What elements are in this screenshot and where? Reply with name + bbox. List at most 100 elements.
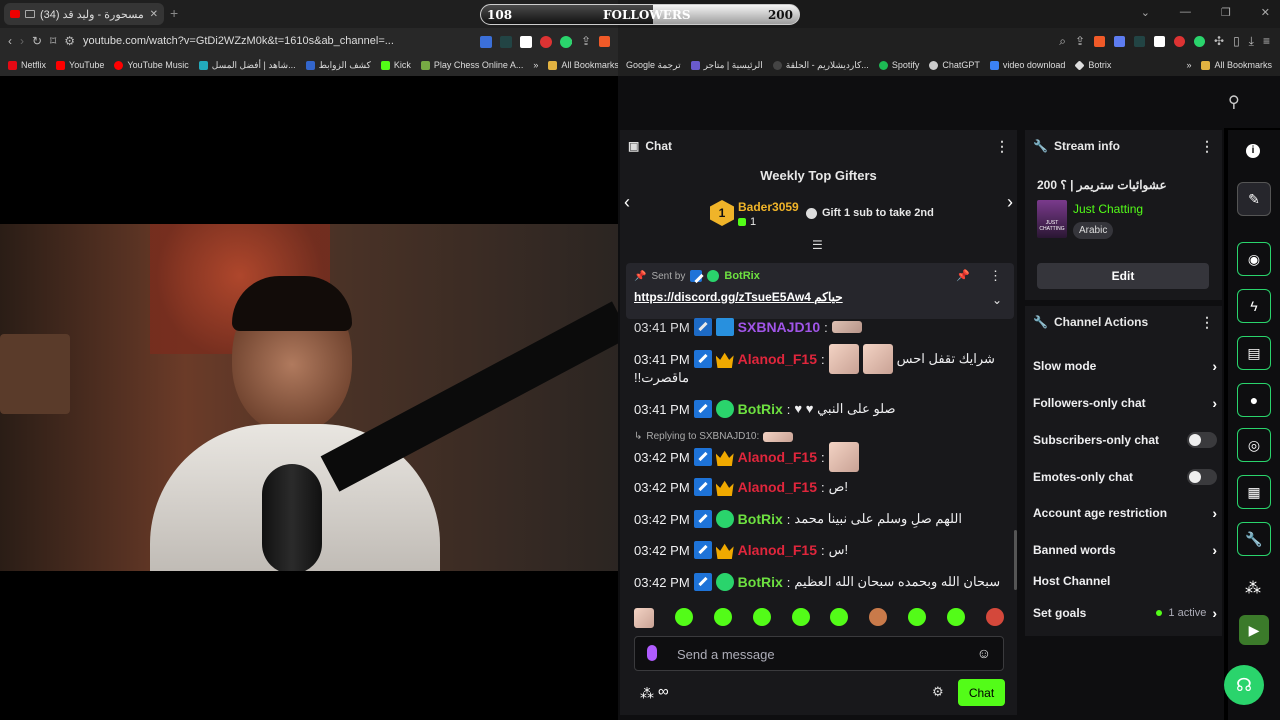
chat-message[interactable]: 03:41 PM SXBNAJD10 :: [634, 318, 862, 336]
gifters-prev-icon[interactable]: ‹: [624, 192, 630, 213]
top-gifter-name[interactable]: Bader3059: [738, 200, 799, 214]
subscribers-only-row[interactable]: Subscribers-only chat: [1033, 432, 1217, 448]
pinned-menu-icon[interactable]: ⋮: [989, 268, 1002, 284]
chat-message[interactable]: 03:42 PM Alanod_F15 : ص!: [634, 478, 848, 496]
emoji-picker-icon[interactable]: ☺: [977, 645, 991, 661]
bookmark-botrix[interactable]: Botrix: [1074, 59, 1111, 71]
chat-settings-icon[interactable]: ⚙: [932, 684, 944, 700]
emotes-only-toggle[interactable]: [1187, 469, 1217, 485]
category-thumbnail[interactable]: JUST CHATTING: [1037, 200, 1067, 238]
bookmark-netflix[interactable]: Netflix: [8, 60, 46, 70]
chat-username[interactable]: Alanod_F15: [738, 479, 817, 495]
microphone-icon[interactable]: [647, 645, 657, 661]
pinned-text[interactable]: https://discord.gg/zTsueE5Aw4 حياكم: [634, 290, 843, 304]
gift-sub-cta[interactable]: Gift 1 sub to take 2nd: [806, 207, 934, 219]
bookmark-youtube[interactable]: YouTube: [56, 60, 104, 70]
extension-blue-icon[interactable]: [1114, 35, 1125, 47]
back-icon[interactable]: ‹: [8, 35, 12, 47]
chat-bubble-button[interactable]: ●: [1237, 383, 1271, 417]
host-channel-row[interactable]: Host Channel: [1033, 574, 1217, 588]
channel-actions-menu-icon[interactable]: ⋮: [1200, 314, 1214, 331]
chat-username[interactable]: Alanod_F15: [738, 542, 817, 558]
collapse-gifters-icon[interactable]: ☰: [812, 238, 823, 252]
stream-tag[interactable]: Arabic: [1073, 222, 1114, 239]
stream-info-menu-icon[interactable]: ⋮: [1200, 138, 1214, 155]
emote-button[interactable]: [634, 608, 654, 628]
bookmark-shahid[interactable]: شاهد | أفضل المسل...: [198, 60, 296, 71]
chat-menu-icon[interactable]: ⋮: [995, 138, 1009, 155]
connections-icon[interactable]: ⁂: [1245, 578, 1261, 598]
bookmark-chess[interactable]: Play Chess Online A...: [420, 60, 523, 70]
emote-button[interactable]: [830, 608, 849, 626]
clips-button[interactable]: ▦: [1237, 475, 1271, 509]
brave-shield-icon-right[interactable]: [1094, 35, 1105, 47]
chat-message-continuation[interactable]: !!ماقصرت: [634, 370, 689, 386]
emote-button[interactable]: [947, 608, 965, 626]
stream-category[interactable]: Just Chatting: [1073, 202, 1143, 216]
site-settings-icon[interactable]: ⚙: [64, 35, 75, 47]
bookmark-video-download[interactable]: video download: [989, 60, 1065, 70]
bookmark-episode[interactable]: كارديشلاريم - الحلقة...: [772, 60, 869, 71]
pinned-message[interactable]: 📌 Sent by BotRix https://discord.gg/zTsu…: [626, 263, 1014, 319]
broadcast-button[interactable]: ◎: [1237, 428, 1271, 462]
emote-button[interactable]: [869, 608, 888, 626]
media-button[interactable]: ▶: [1239, 615, 1269, 645]
bookmark-google-translate[interactable]: Google ترجمة: [626, 60, 681, 71]
extension-box-icon-right[interactable]: [1154, 35, 1165, 47]
slow-mode-row[interactable]: Slow mode ›: [1033, 358, 1217, 374]
pinned-expand-icon[interactable]: ⌄: [992, 293, 1002, 307]
lightning-button[interactable]: ϟ: [1237, 289, 1271, 323]
restore-button[interactable]: ❐: [1221, 6, 1231, 19]
extensions-icon[interactable]: ✣: [1214, 35, 1224, 47]
account-age-row[interactable]: Account age restriction ›: [1033, 505, 1217, 521]
bookmark-icon[interactable]: ⌑: [50, 35, 56, 47]
chat-username[interactable]: BotRix: [738, 574, 783, 590]
bookmark-chatgpt[interactable]: ChatGPT: [929, 60, 980, 70]
emotes-only-row[interactable]: Emotes-only chat: [1033, 469, 1217, 485]
chat-username[interactable]: BotRix: [738, 511, 783, 527]
bookmark-kick[interactable]: Kick: [380, 60, 411, 70]
reply-reference[interactable]: ↳ Replying to SXBNAJD10:: [634, 431, 794, 442]
extension-moon-icon[interactable]: [500, 36, 512, 48]
forward-icon[interactable]: ›: [20, 35, 24, 47]
chat-scrollbar[interactable]: [1014, 530, 1017, 590]
brave-shield-icon[interactable]: [599, 35, 610, 47]
browser-tab-youtube[interactable]: (34) حمولة مسحورة - وليد قد... ✕: [4, 3, 164, 25]
emote-button[interactable]: [791, 608, 810, 626]
chat-message[interactable]: 03:42 PM Alanod_F15 :: [634, 442, 859, 472]
edit-pencil-button[interactable]: ✎: [1237, 182, 1271, 216]
bookmark-spotify[interactable]: Spotify: [878, 60, 919, 70]
kick-logo-icon[interactable]: ⚲: [1228, 92, 1240, 112]
tools-button[interactable]: 🔧: [1237, 522, 1271, 556]
followers-only-row[interactable]: Followers-only chat ›: [1033, 395, 1217, 411]
channel-points-icon[interactable]: ⁂: [640, 685, 654, 702]
emote-button[interactable]: [752, 608, 771, 626]
minimize-button[interactable]: —: [1180, 6, 1191, 19]
gifters-next-icon[interactable]: ›: [1007, 192, 1013, 213]
extension-box-icon[interactable]: [520, 36, 532, 48]
chat-username[interactable]: Alanod_F15: [738, 351, 817, 367]
tab-list-icon[interactable]: ⌄: [1141, 6, 1150, 19]
banned-words-row[interactable]: Banned words ›: [1033, 542, 1217, 558]
bookmarks-overflow[interactable]: »: [533, 60, 538, 70]
all-bookmarks-right[interactable]: All Bookmarks: [1201, 60, 1272, 70]
unpin-icon[interactable]: 📌: [956, 269, 970, 282]
bookmarks-overflow-right[interactable]: »: [1186, 60, 1191, 70]
download-icon[interactable]: ⤓: [1249, 35, 1254, 47]
emote-button[interactable]: [674, 608, 693, 626]
share-icon[interactable]: ⇪: [581, 35, 591, 47]
extension-calendar-icon[interactable]: [480, 36, 492, 48]
notes-button[interactable]: ▤: [1237, 336, 1271, 370]
chat-username[interactable]: SXBNAJD10: [738, 319, 820, 335]
bookmark-youtube-music[interactable]: YouTube Music: [114, 60, 189, 70]
reload-icon[interactable]: ↻: [32, 35, 42, 47]
tab-close-icon[interactable]: ✕: [150, 9, 158, 20]
chat-input-box[interactable]: Send a message ☺: [634, 636, 1004, 671]
chat-username[interactable]: BotRix: [738, 401, 783, 417]
set-goals-row[interactable]: Set goals 1 active ›: [1033, 605, 1217, 621]
chat-username[interactable]: Alanod_F15: [738, 449, 817, 465]
sidebar-toggle-icon[interactable]: ▯: [1233, 35, 1240, 47]
extension-red-icon-right[interactable]: [1174, 35, 1185, 47]
chat-message[interactable]: 03:41 PM BotRix : ♥ ♥ صلو على النبي: [634, 400, 896, 418]
subscribers-only-toggle[interactable]: [1187, 432, 1217, 448]
